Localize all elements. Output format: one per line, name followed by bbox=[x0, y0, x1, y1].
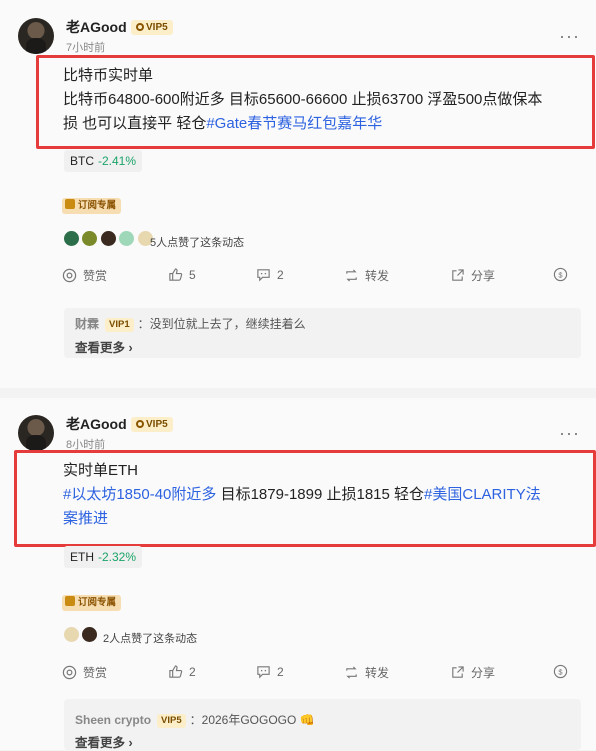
avatar bbox=[81, 230, 99, 248]
coin-ticker[interactable]: BTC -2.41% bbox=[64, 150, 143, 172]
avatar bbox=[118, 230, 136, 248]
price-change: -2.32% bbox=[98, 550, 137, 564]
avatar bbox=[63, 626, 80, 644]
more-options-icon[interactable]: ··· bbox=[559, 423, 580, 444]
comment-button[interactable]: 2 bbox=[256, 267, 284, 282]
post-content: 比特币实时单 比特币64800-600附近多 目标65600-66600 止损6… bbox=[36, 55, 595, 149]
comment-button[interactable]: 2 bbox=[256, 664, 284, 679]
comment-item[interactable]: Sheen crypto VIP5 ：2026年GOGOGO 👊 bbox=[75, 711, 315, 728]
post-content: 实时单ETH #以太坊1850-40附近多 目标1879-1899 止损1815… bbox=[14, 450, 596, 547]
hashtag-link[interactable]: #以太坊1850-40附近多 bbox=[63, 486, 216, 503]
share-icon bbox=[452, 269, 464, 281]
share-button[interactable]: 分享 bbox=[450, 267, 495, 284]
vip-icon bbox=[136, 23, 144, 31]
share-icon bbox=[452, 666, 464, 678]
reward-icon bbox=[62, 268, 77, 283]
author-name[interactable]: 老AGood bbox=[66, 414, 127, 434]
vip-badge: VIP5 bbox=[131, 417, 173, 432]
see-more-link[interactable]: 查看更多 › bbox=[75, 337, 133, 356]
repost-icon bbox=[346, 666, 357, 679]
repost-button[interactable]: 转发 bbox=[344, 267, 389, 284]
vip-badge: VIP1 bbox=[105, 318, 134, 332]
action-bar: 赞赏 2 2 转发 分享 $ bbox=[62, 664, 572, 684]
reward-button[interactable]: 赞赏 bbox=[62, 664, 107, 681]
vip-badge: VIP5 bbox=[131, 20, 173, 35]
vip-badge: VIP5 bbox=[157, 714, 186, 728]
like-button[interactable]: 5 bbox=[168, 267, 196, 282]
author-name[interactable]: 老AGood bbox=[66, 17, 127, 37]
content-line: 损 也可以直接平 轻仓#Gate春节赛马红包嘉年华 bbox=[63, 115, 383, 132]
avatar bbox=[63, 230, 80, 248]
subscriber-only-badge: 订阅专属 bbox=[62, 595, 122, 611]
crown-icon bbox=[65, 199, 75, 209]
post-card: 老AGood VIP5 7小时前 ··· 比特币实时单 比特币64800-600… bbox=[0, 0, 596, 388]
see-more-link[interactable]: 查看更多 › bbox=[75, 732, 133, 751]
dollar-icon: $ bbox=[553, 267, 568, 282]
dollar-icon: $ bbox=[553, 664, 568, 679]
content-line: #以太坊1850-40附近多 目标1879-1899 止损1815 轻仓#美国C… bbox=[63, 486, 541, 503]
tip-button[interactable]: $ bbox=[553, 267, 568, 282]
share-button[interactable]: 分享 bbox=[450, 664, 495, 681]
content-line: 比特币64800-600附近多 目标65600-66600 止损63700 浮盈… bbox=[63, 91, 543, 108]
coin-ticker[interactable]: ETH -2.32% bbox=[64, 546, 143, 568]
author-avatar[interactable] bbox=[18, 18, 54, 54]
thumbs-up-icon bbox=[169, 268, 183, 281]
liker-avatars[interactable] bbox=[63, 626, 99, 646]
reward-icon bbox=[62, 665, 77, 680]
author-avatar[interactable] bbox=[18, 415, 54, 451]
hashtag-link[interactable]: #Gate春节赛马红包嘉年华 bbox=[206, 115, 382, 132]
avatar bbox=[81, 626, 99, 644]
action-bar: 赞赏 5 2 转发 分享 $ bbox=[62, 267, 572, 287]
price-change: -2.41% bbox=[98, 154, 137, 168]
content-line: 比特币实时单 bbox=[63, 67, 154, 84]
repost-icon bbox=[346, 269, 357, 282]
post-time: 7小时前 bbox=[66, 42, 106, 54]
comment-preview: Sheen crypto VIP5 ：2026年GOGOGO 👊 查看更多 › bbox=[64, 699, 581, 750]
comment-preview: 财霖 VIP1 ：没到位就上去了，继续挂着么 查看更多 › bbox=[64, 308, 581, 358]
thumbs-up-icon bbox=[169, 665, 183, 678]
content-line: 实时单ETH bbox=[63, 462, 139, 479]
comment-icon bbox=[257, 269, 270, 282]
subscriber-only-badge: 订阅专属 bbox=[62, 198, 122, 214]
crown-icon bbox=[65, 596, 75, 606]
repost-button[interactable]: 转发 bbox=[344, 664, 389, 681]
post-card: 老AGood VIP5 8小时前 ··· 实时单ETH #以太坊1850-40附… bbox=[0, 398, 596, 750]
content-line: 案推进 bbox=[63, 507, 593, 531]
tip-button[interactable]: $ bbox=[553, 664, 568, 679]
more-options-icon[interactable]: ··· bbox=[559, 26, 580, 47]
liker-avatars[interactable] bbox=[63, 230, 154, 250]
hashtag-link[interactable]: #美国CLARITY法 bbox=[424, 486, 541, 503]
svg-text:$: $ bbox=[558, 270, 563, 279]
avatar bbox=[99, 230, 117, 248]
likes-summary: 5人点赞了这条动态 bbox=[150, 237, 245, 249]
like-button[interactable]: 2 bbox=[168, 664, 196, 679]
svg-text:$: $ bbox=[558, 667, 563, 676]
likes-summary: 2人点赞了这条动态 bbox=[103, 633, 198, 645]
comment-icon bbox=[257, 666, 270, 679]
comment-item[interactable]: 财霖 VIP1 ：没到位就上去了，继续挂着么 bbox=[75, 315, 306, 332]
reward-button[interactable]: 赞赏 bbox=[62, 267, 107, 284]
vip-icon bbox=[136, 420, 144, 428]
hashtag-link[interactable]: 案推进 bbox=[63, 510, 108, 527]
